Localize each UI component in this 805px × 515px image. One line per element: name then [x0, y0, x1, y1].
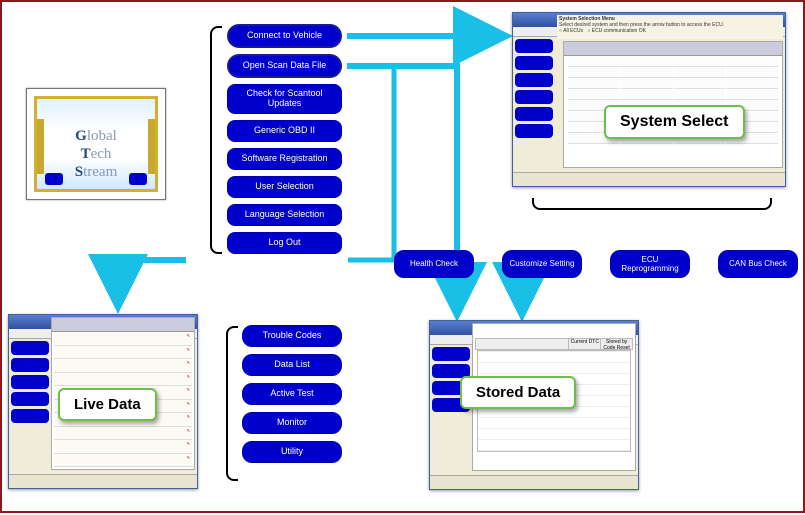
- software-registration-button[interactable]: Software Registration: [227, 148, 342, 170]
- user-selection-button[interactable]: User Selection: [227, 176, 342, 198]
- main-menu-brace: [210, 26, 222, 254]
- system-select-screenshot: System Selection Menu Select desired sys…: [512, 12, 786, 187]
- check-updates-button[interactable]: Check for Scantool Updates: [227, 84, 342, 114]
- sub-menu: Trouble Codes Data List Active Test Moni…: [242, 325, 342, 463]
- utility-button[interactable]: Utility: [242, 441, 342, 463]
- connect-to-vehicle-button[interactable]: Connect to Vehicle: [227, 24, 342, 48]
- can-bus-check-button[interactable]: CAN Bus Check: [718, 250, 798, 278]
- system-select-options: Health Check Customize Setting ECU Repro…: [394, 250, 798, 278]
- main-menu: Connect to Vehicle Open Scan Data File C…: [227, 24, 342, 254]
- log-out-button[interactable]: Log Out: [227, 232, 342, 254]
- stored-data-label: Stored Data: [460, 376, 576, 409]
- customize-setting-button[interactable]: Customize Setting: [502, 250, 582, 278]
- open-scan-data-file-button[interactable]: Open Scan Data File: [227, 54, 342, 78]
- health-check-button[interactable]: Health Check: [394, 250, 474, 278]
- data-list-button[interactable]: Data List: [242, 354, 342, 376]
- system-select-label: System Select: [604, 105, 745, 139]
- monitor-button[interactable]: Monitor: [242, 412, 342, 434]
- sub-menu-brace: [226, 326, 238, 481]
- trouble-codes-button[interactable]: Trouble Codes: [242, 325, 342, 347]
- system-select-brace: [532, 198, 772, 210]
- generic-obd2-button[interactable]: Generic OBD II: [227, 120, 342, 142]
- active-test-button[interactable]: Active Test: [242, 383, 342, 405]
- ecu-reprogramming-button[interactable]: ECU Reprogramming: [610, 250, 690, 278]
- live-data-label: Live Data: [58, 388, 157, 421]
- language-selection-button[interactable]: Language Selection: [227, 204, 342, 226]
- gts-splash-screenshot: Global Tech Stream: [26, 88, 166, 200]
